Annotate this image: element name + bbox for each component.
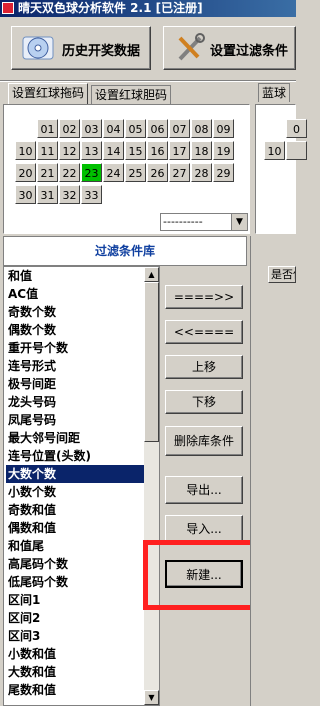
- red-number-cell[interactable]: 14: [103, 141, 124, 160]
- title-bar: 晴天双色球分析软件 2.1 [已注册]: [0, 0, 296, 17]
- library-list-item[interactable]: 最大邻号间距: [6, 429, 147, 447]
- red-number-cell[interactable]: 04: [103, 119, 124, 138]
- red-number-cell[interactable]: 32: [59, 185, 80, 204]
- library-list-item[interactable]: 连号形式: [6, 357, 147, 375]
- library-header: 过滤条件库: [3, 236, 247, 266]
- list-scrollbar[interactable]: ▲ ▼: [144, 267, 159, 705]
- filter-settings-button[interactable]: 设置过滤条件: [163, 26, 296, 70]
- library-list-item[interactable]: 尾数和值: [6, 681, 147, 699]
- red-number-cell[interactable]: 05: [125, 119, 146, 138]
- red-number-cell[interactable]: 18: [191, 141, 212, 160]
- blue-number-cell[interactable]: [286, 141, 307, 160]
- library-list-item[interactable]: 小数个数: [6, 483, 147, 501]
- delete-library-condition-button[interactable]: 删除库条件: [165, 426, 243, 456]
- library-list-item[interactable]: 极号间距: [6, 375, 147, 393]
- red-number-cell[interactable]: 02: [59, 119, 80, 138]
- library-list-item[interactable]: 奇数和值: [6, 501, 147, 519]
- add-condition-button[interactable]: ====>>: [165, 285, 243, 309]
- library-list-item[interactable]: 大数个数: [6, 465, 147, 483]
- red-number-cell[interactable]: 11: [37, 141, 58, 160]
- condition-grid-area: [250, 236, 297, 706]
- library-list-item[interactable]: 和值尾: [6, 537, 147, 555]
- export-button[interactable]: 导出...: [165, 476, 243, 504]
- toolbar-divider: [0, 80, 296, 82]
- library-list-item[interactable]: 区间2: [6, 609, 147, 627]
- dropdown-value: ----------: [163, 215, 203, 228]
- toolbar: 历史开奖数据 设置过滤条件: [0, 17, 296, 81]
- history-data-button[interactable]: 历史开奖数据: [11, 26, 151, 70]
- red-number-cell[interactable]: 22: [59, 163, 80, 182]
- blue-number-cell[interactable]: 10: [264, 141, 285, 160]
- chevron-down-icon[interactable]: ▼: [231, 214, 247, 230]
- red-number-cell[interactable]: 21: [37, 163, 58, 182]
- tab-blue[interactable]: 蓝球: [258, 83, 291, 102]
- red-number-cell[interactable]: 19: [213, 141, 234, 160]
- library-list-item[interactable]: AC值: [6, 285, 147, 303]
- remove-condition-button[interactable]: <<====: [165, 320, 243, 344]
- red-number-cell[interactable]: 33: [81, 185, 102, 204]
- red-number-cell[interactable]: 20: [15, 163, 36, 182]
- red-number-cell[interactable]: 07: [169, 119, 190, 138]
- red-number-cell[interactable]: 28: [191, 163, 212, 182]
- red-number-cell[interactable]: 30: [15, 185, 36, 204]
- condition-dropdown[interactable]: ---------- ▼: [160, 213, 248, 231]
- red-number-cell[interactable]: 16: [147, 141, 168, 160]
- move-up-button[interactable]: 上移: [165, 355, 243, 379]
- library-list-item[interactable]: 偶数个数: [6, 321, 147, 339]
- library-list-item[interactable]: 凤尾号码: [6, 411, 147, 429]
- app-icon: [2, 2, 14, 14]
- red-number-cell[interactable]: 13: [81, 141, 102, 160]
- library-list-item[interactable]: 奇数个数: [6, 303, 147, 321]
- red-number-cell[interactable]: 09: [213, 119, 234, 138]
- red-number-cell[interactable]: 27: [169, 163, 190, 182]
- library-list-item[interactable]: 大数和值: [6, 663, 147, 681]
- move-down-button[interactable]: 下移: [165, 390, 243, 414]
- red-number-cell[interactable]: 15: [125, 141, 146, 160]
- red-number-cell[interactable]: 08: [191, 119, 212, 138]
- library-list-item[interactable]: 重开号个数: [6, 339, 147, 357]
- tools-icon: [178, 33, 205, 61]
- grid-column-header: 是否使用: [268, 266, 296, 283]
- library-list-item[interactable]: 小数和值: [6, 645, 147, 663]
- window-title: 晴天双色球分析软件 2.1 [已注册]: [18, 1, 203, 15]
- red-number-cell[interactable]: 17: [169, 141, 190, 160]
- filter-library-list: 和值 AC值 奇数个数 偶数个数 重开号个数 连号形式 极号间距 龙头号码 凤尾号码 最大邻号间距…: [3, 266, 160, 706]
- red-number-cell[interactable]: 31: [37, 185, 58, 204]
- import-button[interactable]: 导入...: [165, 515, 243, 543]
- red-number-cell[interactable]: 25: [125, 163, 146, 182]
- blue-number-cell[interactable]: 0: [286, 119, 307, 138]
- red-number-cell[interactable]: 03: [81, 119, 102, 138]
- highlight-box: [143, 540, 263, 610]
- library-list-item[interactable]: 连号位置(头数): [6, 447, 147, 465]
- red-number-cell[interactable]: 23: [81, 163, 102, 182]
- tab-red-gall[interactable]: 设置红球胆码: [91, 85, 172, 104]
- red-number-cell[interactable]: 06: [147, 119, 168, 138]
- library-list-item[interactable]: 龙头号码: [6, 393, 147, 411]
- library-list-item[interactable]: 高尾码个数: [6, 555, 147, 573]
- red-number-cell[interactable]: 29: [213, 163, 234, 182]
- red-number-cell[interactable]: 26: [147, 163, 168, 182]
- red-number-cell[interactable]: 24: [103, 163, 124, 182]
- library-list-item[interactable]: 区间3: [6, 627, 147, 645]
- red-number-cell[interactable]: 01: [37, 119, 58, 138]
- disc-icon: [22, 36, 54, 60]
- red-number-cell[interactable]: 10: [15, 141, 36, 160]
- library-list-item[interactable]: 偶数和值: [6, 519, 147, 537]
- scroll-thumb[interactable]: [144, 282, 159, 442]
- library-list-item[interactable]: 低尾码个数: [6, 573, 147, 591]
- scroll-up-icon[interactable]: ▲: [144, 267, 159, 282]
- tab-red-drag[interactable]: 设置红球拖码: [8, 83, 89, 104]
- scroll-down-icon[interactable]: ▼: [144, 690, 159, 705]
- red-number-cell[interactable]: 12: [59, 141, 80, 160]
- library-list-item[interactable]: 区间1: [6, 591, 147, 609]
- library-list-item[interactable]: 和值: [6, 267, 147, 285]
